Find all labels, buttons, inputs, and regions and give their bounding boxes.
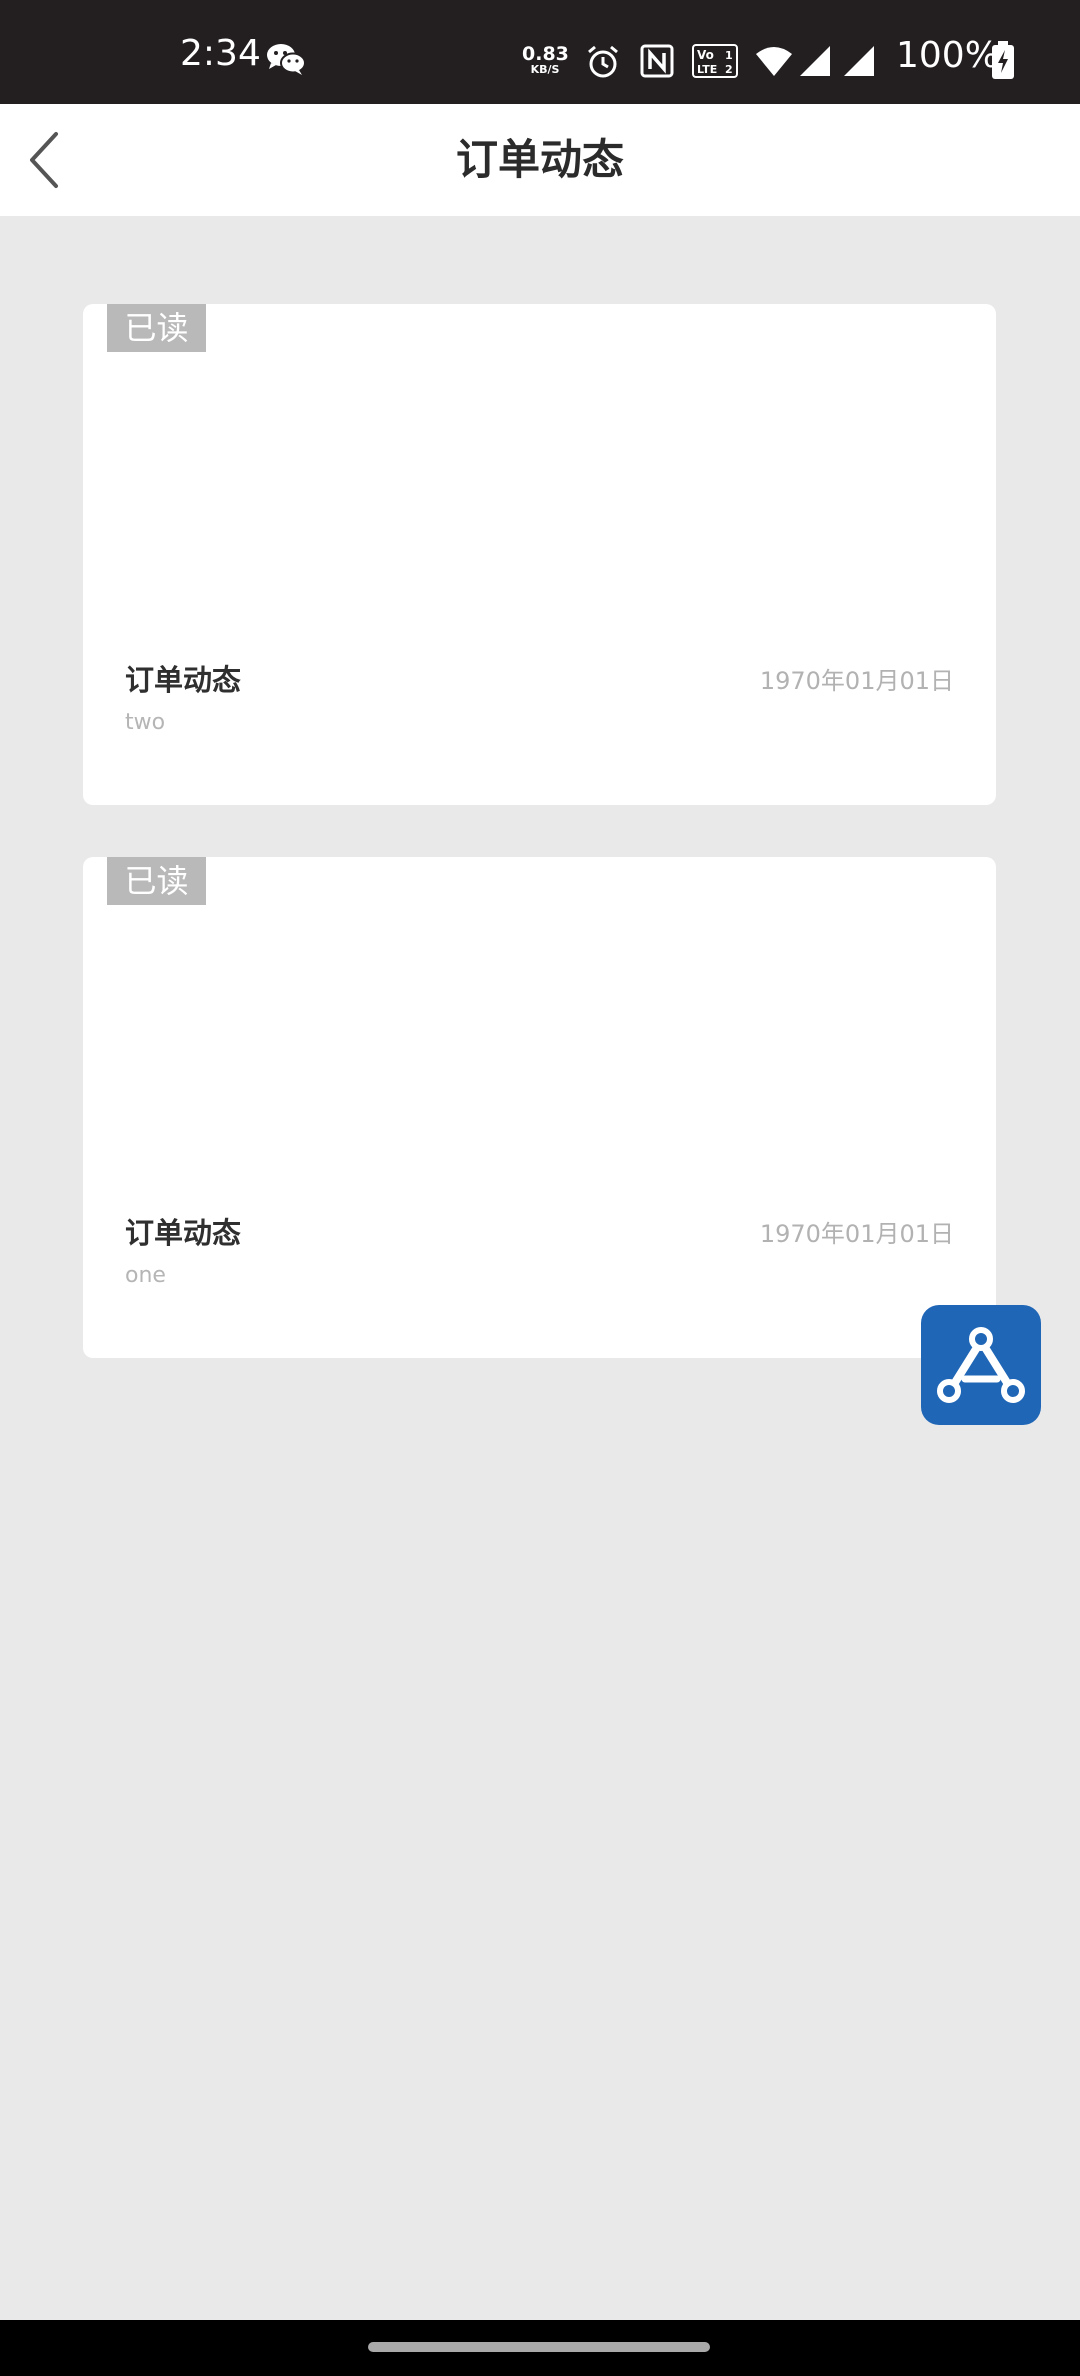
wifi-icon bbox=[756, 47, 792, 76]
read-status-badge: 已读 bbox=[107, 304, 206, 352]
message-card[interactable]: 已读 订单动态 1970年01月01日 two bbox=[83, 304, 996, 805]
signal-icon bbox=[800, 46, 830, 76]
status-time: 2:34 bbox=[180, 33, 261, 74]
page-title: 订单动态 bbox=[455, 135, 624, 184]
card-title: 订单动态 bbox=[125, 1216, 242, 1250]
card-title: 订单动态 bbox=[125, 663, 242, 697]
app-store-icon bbox=[937, 1327, 1025, 1403]
message-card[interactable]: 已读 订单动态 1970年01月01日 one bbox=[83, 857, 996, 1358]
battery-charging-icon bbox=[992, 41, 1014, 79]
navigation-bar bbox=[0, 2320, 1080, 2376]
app-header: 订单动态 bbox=[0, 104, 1080, 216]
signal-icon bbox=[844, 46, 874, 76]
network-speed-unit: KB/S bbox=[530, 63, 560, 76]
volte-icon: Vo LTE 1 2 bbox=[692, 44, 738, 78]
network-speed: 0.83 KB/S bbox=[522, 43, 569, 76]
status-bar: 2:34 0.83 KB/S Vo LTE 1 2 100% bbox=[0, 0, 1080, 104]
card-date: 1970年01月01日 bbox=[759, 1220, 954, 1248]
svg-text:LTE: LTE bbox=[697, 63, 717, 76]
read-status-badge: 已读 bbox=[107, 857, 206, 905]
battery-percent: 100% bbox=[896, 35, 999, 76]
card-subtitle: two bbox=[125, 710, 166, 735]
nfc-icon bbox=[640, 44, 674, 78]
home-indicator[interactable] bbox=[368, 2342, 710, 2352]
svg-text:2: 2 bbox=[725, 63, 733, 76]
network-speed-value: 0.83 bbox=[522, 43, 569, 65]
alarm-icon bbox=[588, 45, 618, 78]
floating-app-button[interactable] bbox=[921, 1305, 1041, 1425]
card-subtitle: one bbox=[125, 1263, 166, 1288]
card-date: 1970年01月01日 bbox=[759, 667, 954, 695]
wechat-icon bbox=[267, 44, 306, 75]
svg-text:Vo: Vo bbox=[697, 48, 714, 62]
svg-text:1: 1 bbox=[725, 49, 733, 62]
